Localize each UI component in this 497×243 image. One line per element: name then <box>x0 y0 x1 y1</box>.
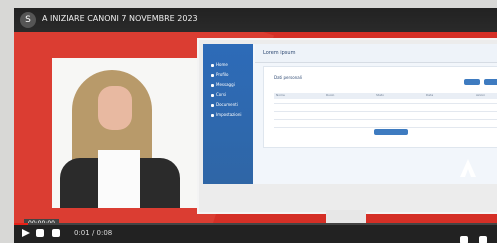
presenter-shirt <box>98 150 140 208</box>
primary-action-button[interactable] <box>374 129 408 135</box>
document-icon <box>211 103 214 107</box>
message-icon <box>211 83 214 87</box>
sidebar-item-documents[interactable]: Documenti <box>211 102 249 108</box>
table-header-cell: Azioni <box>476 93 486 97</box>
presenter-frame <box>52 58 198 208</box>
presenter-face <box>98 86 132 130</box>
sidebar-item-label: Impostazioni <box>216 112 242 117</box>
channel-avatar[interactable]: S <box>20 12 36 28</box>
next-icon[interactable] <box>36 229 44 237</box>
progress-fill <box>14 223 29 225</box>
settings-icon[interactable] <box>459 236 468 243</box>
sidebar-item-label: Messaggi <box>216 82 235 87</box>
form-panel: Dati personali Nome Ruolo Stato Data Azi… <box>263 66 497 148</box>
app-header: Lorem ipsum <box>255 44 497 63</box>
panel-title: Dati personali <box>274 75 302 80</box>
video-title: A INIZIARE CANONI 7 NOVEMBRE 2023 <box>42 14 198 23</box>
player-right-controls <box>454 229 487 243</box>
video-player[interactable]: S A INIZIARE CANONI 7 NOVEMBRE 2023 Home… <box>14 8 497 243</box>
panel-button-2[interactable] <box>484 79 497 85</box>
book-icon <box>211 93 214 97</box>
sidebar-item-label: Profilo <box>216 72 229 77</box>
sidebar-item-label: Documenti <box>216 102 238 107</box>
panel-button-1[interactable] <box>464 79 480 85</box>
play-icon[interactable] <box>22 229 30 237</box>
video-topbar: S A INIZIARE CANONI 7 NOVEMBRE 2023 <box>14 8 497 32</box>
volume-icon[interactable] <box>52 229 60 237</box>
sidebar-item-home[interactable]: Home <box>211 62 249 68</box>
sidebar-item-label: Home <box>216 62 228 67</box>
table-header-cell: Stato <box>376 93 384 97</box>
table-row[interactable] <box>274 111 497 117</box>
user-icon <box>211 73 214 77</box>
sidebar-item-settings[interactable]: Impostazioni <box>211 112 249 118</box>
sidebar-item-courses[interactable]: Corsi <box>211 92 249 98</box>
table-row[interactable] <box>274 119 497 125</box>
player-controls: 0:01 / 0:08 <box>14 223 497 243</box>
sidebar-item-profile[interactable]: Profilo <box>211 72 249 78</box>
table-header-cell: Data <box>426 93 434 97</box>
table-header-cell: Ruolo <box>326 93 335 97</box>
sidebar: Home Profilo Messaggi Corsi Documenti Im… <box>203 44 253 184</box>
page-title: Lorem ipsum <box>263 50 296 56</box>
table-header: Nome Ruolo Stato Data Azioni <box>274 93 497 99</box>
monitor: Home Profilo Messaggi Corsi Documenti Im… <box>197 38 497 214</box>
sidebar-item-label: Corsi <box>216 92 227 97</box>
monitor-screen: Home Profilo Messaggi Corsi Documenti Im… <box>203 44 497 184</box>
app-logo-icon <box>460 159 476 177</box>
time-display: 0:01 / 0:08 <box>74 229 113 237</box>
fullscreen-icon[interactable] <box>479 236 487 243</box>
table-row[interactable] <box>274 103 497 109</box>
table-header-cell: Nome <box>276 93 285 97</box>
screen-frame: S A INIZIARE CANONI 7 NOVEMBRE 2023 Home… <box>0 0 497 243</box>
home-icon <box>211 63 214 67</box>
progress-bar[interactable] <box>14 223 497 225</box>
main-area: Lorem ipsum Dati personali Nome Ruolo St… <box>255 44 497 184</box>
gear-icon <box>211 113 214 117</box>
sidebar-item-messages[interactable]: Messaggi <box>211 82 249 88</box>
